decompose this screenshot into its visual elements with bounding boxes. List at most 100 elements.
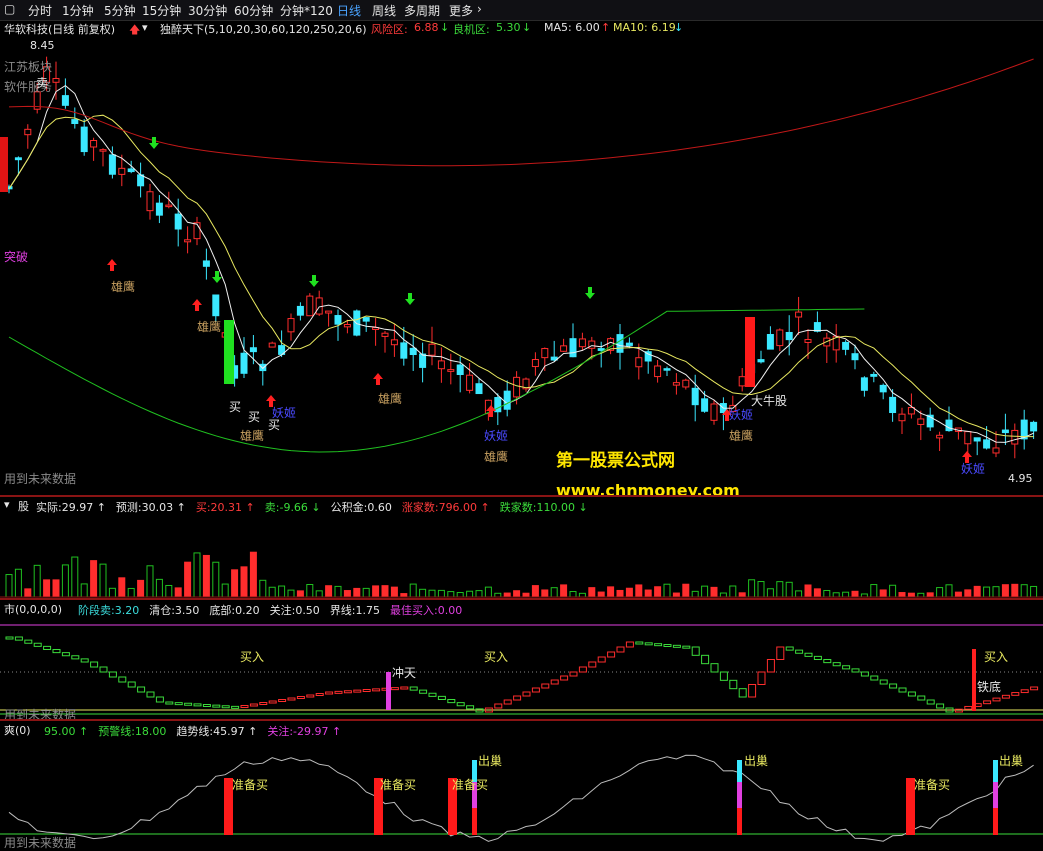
candle-body bbox=[108, 154, 116, 175]
label-ready: 准备买 bbox=[452, 778, 489, 792]
candle-body bbox=[776, 329, 784, 347]
market-panel-title[interactable]: 市(0,0,0,0) bbox=[4, 601, 62, 617]
signal-yaoji: 妖姬 bbox=[961, 462, 986, 476]
signal-xiongying: 雄鹰 bbox=[729, 429, 754, 443]
step-bar bbox=[268, 700, 277, 704]
candle-body bbox=[90, 139, 98, 148]
tab-weekly[interactable]: 周线 bbox=[372, 2, 396, 19]
label-buy: 买入 bbox=[484, 650, 509, 664]
toolbar-menu-icon[interactable]: ▢ bbox=[4, 2, 15, 16]
step-bar bbox=[325, 691, 334, 695]
step-bar bbox=[428, 692, 437, 697]
red-signal-bar bbox=[972, 649, 976, 711]
step-bar bbox=[409, 686, 418, 691]
candle-body bbox=[249, 347, 257, 353]
step-bar bbox=[560, 675, 569, 681]
tab-daily[interactable]: 日线 bbox=[337, 2, 361, 19]
volume-bar bbox=[240, 566, 248, 598]
label-tiedi: 铁底 bbox=[977, 680, 1002, 694]
volume-bar bbox=[390, 586, 398, 598]
step-bar bbox=[259, 702, 268, 705]
volume-bar bbox=[127, 587, 135, 598]
step-bar bbox=[43, 645, 52, 650]
signal-yaoji: 妖姬 bbox=[729, 408, 754, 422]
volume-panel-header: ▾ 股 实际:29.97 ↑ 预测:30.03 ↑ 买:20.31 ↑ 卖:-9.66… bbox=[0, 497, 1043, 514]
step-bar bbox=[531, 687, 540, 693]
tab-multi-period[interactable]: 多周期 bbox=[404, 2, 440, 19]
candle-body bbox=[541, 348, 549, 359]
shuang-oscillator-chart[interactable] bbox=[0, 738, 1043, 845]
step-bar bbox=[447, 699, 456, 704]
lock-icon[interactable]: ▾ bbox=[142, 21, 148, 34]
step-bar bbox=[437, 695, 446, 700]
volume-bar bbox=[315, 590, 323, 598]
label-ready: 准备买 bbox=[232, 778, 269, 792]
tab-5min[interactable]: 5分钟 bbox=[104, 2, 136, 19]
volume-bar bbox=[851, 590, 859, 598]
step-bar bbox=[804, 652, 813, 657]
step-bar bbox=[390, 687, 399, 691]
panel_shuang-value-3: 关注:-29.97 ↑ bbox=[267, 725, 342, 738]
candle-body bbox=[146, 191, 154, 212]
panel-lock-icon[interactable]: ▾ bbox=[4, 498, 10, 511]
step-bar bbox=[597, 656, 606, 663]
tab-fenshi[interactable]: 分时 bbox=[28, 2, 52, 19]
tab-more[interactable]: 更多 bbox=[449, 2, 473, 19]
tab-60min[interactable]: 60分钟 bbox=[234, 2, 273, 19]
step-bar bbox=[202, 704, 211, 707]
volume-bar bbox=[569, 591, 577, 598]
candle-body bbox=[860, 377, 868, 391]
more-chevron-icon[interactable]: › bbox=[477, 2, 482, 16]
volume-panel-title[interactable]: 股 bbox=[18, 498, 29, 514]
volume-bar bbox=[5, 574, 13, 598]
step-bar bbox=[889, 683, 898, 689]
volume-bar bbox=[268, 586, 276, 598]
step-bar bbox=[33, 642, 42, 647]
volume-bar bbox=[221, 583, 229, 598]
step-bar bbox=[1001, 694, 1010, 699]
step-bar bbox=[907, 691, 916, 697]
signal-xiongying: 雄鹰 bbox=[111, 280, 136, 294]
step-bar bbox=[165, 701, 174, 705]
candle-body bbox=[936, 434, 944, 439]
step-bar bbox=[466, 705, 475, 710]
candle-body bbox=[325, 310, 333, 314]
step-bar bbox=[503, 699, 512, 705]
volume-bars-chart[interactable] bbox=[0, 513, 1043, 599]
volume-bar bbox=[578, 592, 586, 598]
candle-body bbox=[268, 342, 276, 348]
volume-bar bbox=[231, 569, 239, 598]
market-step-chart[interactable] bbox=[0, 617, 1043, 719]
signal-mai: 卖 bbox=[36, 76, 49, 90]
candle-body bbox=[964, 431, 972, 445]
volume-bar bbox=[936, 587, 944, 598]
volume-bar bbox=[174, 587, 182, 598]
shuang-panel-title[interactable]: 爽(0) bbox=[4, 722, 31, 738]
tab-1min[interactable]: 1分钟 bbox=[62, 2, 94, 19]
tab-30min[interactable]: 30分钟 bbox=[188, 2, 227, 19]
step-bar bbox=[870, 675, 879, 681]
signal-xiongying: 雄鹰 bbox=[378, 392, 403, 406]
candle-body bbox=[127, 168, 135, 173]
side-tag: 江苏板块 bbox=[4, 60, 53, 74]
market-panel-header: 市(0,0,0,0) 阶段卖:3.20 清仓:3.50 底部:0.20 关注:0.50… bbox=[0, 600, 1043, 617]
step-bar bbox=[964, 705, 973, 710]
step-bar bbox=[879, 679, 888, 685]
tab-120min[interactable]: 分钟*120 bbox=[280, 2, 333, 19]
volume-bar bbox=[90, 560, 98, 598]
candle-body bbox=[80, 126, 88, 153]
candlestick-chart[interactable] bbox=[0, 37, 1043, 497]
volume-bar bbox=[625, 587, 633, 598]
indicator-name[interactable]: 独醉天下(5,10,20,30,60,120,250,20,6) bbox=[160, 21, 367, 37]
volume-bar bbox=[437, 589, 445, 598]
step-bar bbox=[494, 703, 503, 709]
candle-body bbox=[334, 315, 342, 325]
step-bar bbox=[607, 651, 616, 658]
volume-bar bbox=[155, 578, 163, 598]
tab-15min[interactable]: 15分钟 bbox=[142, 2, 181, 19]
volume-bar bbox=[184, 561, 192, 598]
step-bar bbox=[513, 695, 522, 701]
exit-bar-red bbox=[993, 808, 998, 835]
volume-bar bbox=[654, 586, 662, 598]
volume-bar bbox=[663, 583, 671, 598]
